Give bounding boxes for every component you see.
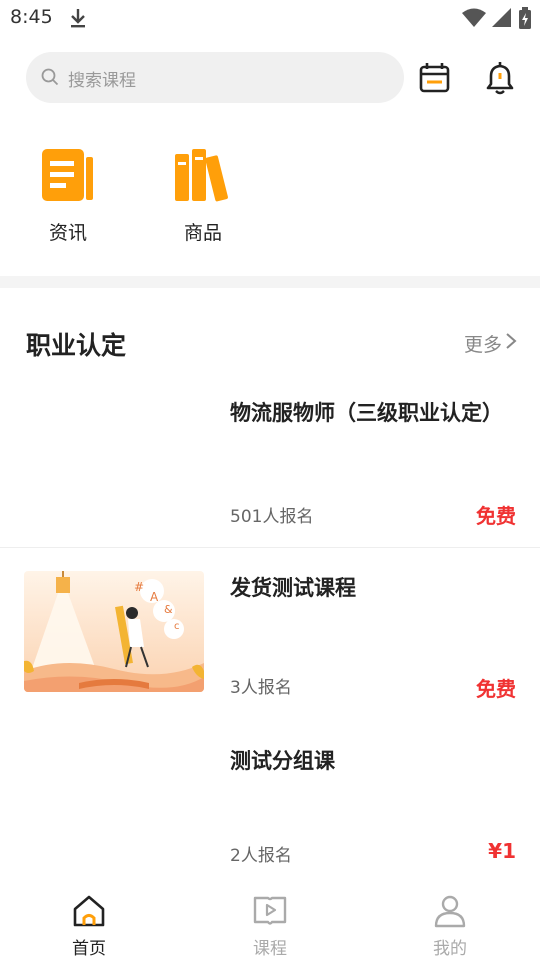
quick-link-products[interactable]: 商品 — [163, 148, 243, 245]
document-icon — [41, 149, 95, 206]
course-enroll-count: 3人报名 — [230, 678, 292, 698]
video-book-icon — [252, 896, 288, 932]
bell-icon[interactable] — [480, 58, 520, 98]
svg-text:A: A — [150, 590, 159, 604]
quick-link-news[interactable]: 资讯 — [28, 148, 108, 245]
section-title: 职业认定 — [26, 331, 127, 360]
search-input[interactable]: 搜索课程 — [26, 52, 404, 103]
tab-label: 课程 — [253, 939, 287, 959]
course-title: 测试分组课 — [230, 749, 335, 773]
course-thumbnail: # A & c — [24, 571, 204, 692]
home-icon — [71, 895, 107, 932]
section-divider — [0, 276, 540, 288]
row-divider — [0, 547, 540, 548]
course-enroll-count: 2人报名 — [230, 846, 292, 866]
more-label: 更多 — [463, 334, 502, 356]
bottom-tab-bar: 首页 课程 我的 — [0, 880, 540, 960]
course-title: 发货测试课程 — [230, 576, 356, 600]
quick-link-label: 商品 — [183, 222, 222, 244]
chevron-right-icon — [504, 331, 518, 356]
tab-courses[interactable]: 课程 — [225, 894, 315, 959]
quick-link-label: 资讯 — [48, 222, 87, 244]
course-price: 免费 — [476, 677, 516, 701]
course-price: ¥1 — [488, 839, 516, 863]
svg-text:&: & — [164, 603, 173, 616]
signal-icon — [492, 8, 512, 32]
tab-label: 首页 — [72, 939, 106, 959]
course-price: 免费 — [476, 504, 516, 528]
battery-icon — [518, 7, 532, 33]
status-icons — [462, 7, 532, 33]
calendar-icon[interactable] — [414, 58, 454, 98]
user-icon — [432, 895, 468, 932]
course-title: 物流服物师（三级职业认定） — [230, 401, 503, 425]
tab-label: 我的 — [433, 939, 467, 959]
wifi-icon — [462, 8, 486, 32]
tab-profile[interactable]: 我的 — [405, 894, 495, 959]
svg-text:#: # — [134, 580, 144, 594]
books-icon — [174, 149, 232, 206]
course-enroll-count: 501人报名 — [230, 507, 314, 527]
tab-home[interactable]: 首页 — [44, 894, 134, 959]
status-bar: 8:45 — [0, 0, 540, 38]
search-icon — [41, 68, 59, 90]
search-placeholder: 搜索课程 — [68, 71, 136, 91]
download-icon — [68, 7, 88, 33]
more-link[interactable]: 更多 — [464, 330, 518, 357]
status-time: 8:45 — [10, 6, 53, 28]
svg-text:c: c — [174, 621, 180, 632]
